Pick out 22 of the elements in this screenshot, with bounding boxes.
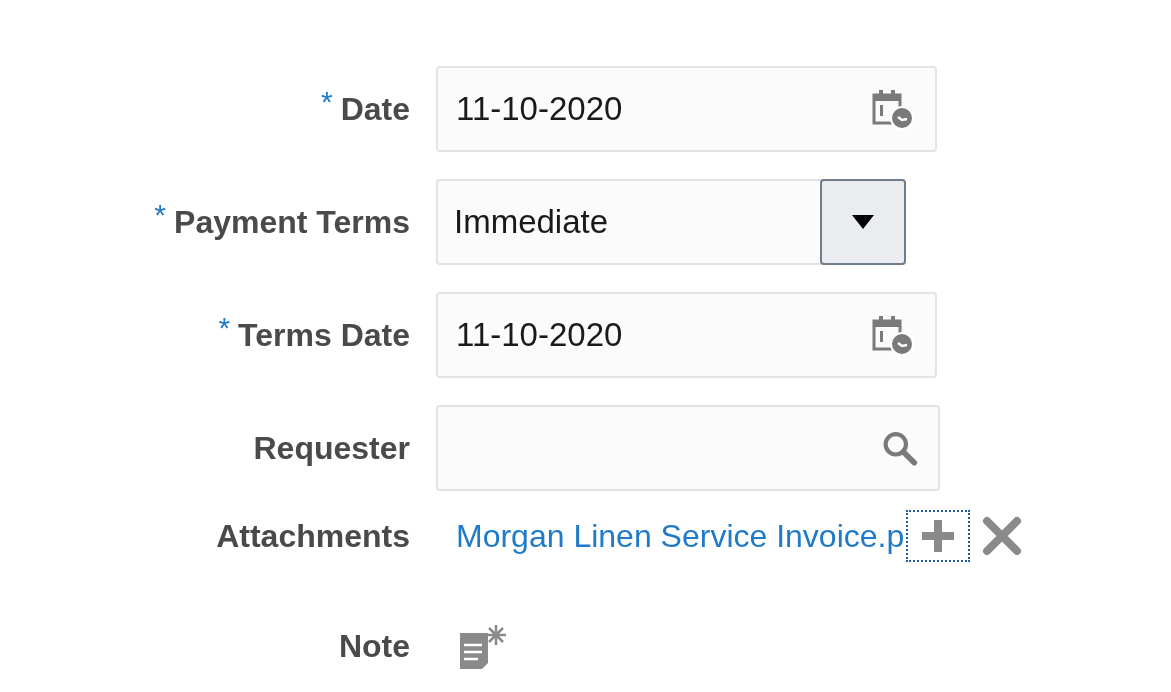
field-label: Date (340, 90, 410, 129)
date-field[interactable]: 11-10-2020 (436, 292, 937, 378)
attachment-link[interactable]: Morgan Linen Service Invoice.p (456, 512, 905, 560)
field-label: Requester (253, 429, 410, 468)
field-label: Note (338, 627, 410, 666)
required-asterisk: * (218, 310, 231, 346)
dropdown-button[interactable] (820, 179, 906, 265)
date-field[interactable]: 11-10-2020 (436, 66, 937, 152)
calendar-clock-icon[interactable] (871, 87, 915, 131)
requester-field[interactable] (436, 405, 940, 491)
caret-down-icon (851, 214, 875, 230)
add-icon (920, 518, 957, 554)
field-label: Terms Date (238, 316, 410, 355)
field-label: Attachments (216, 517, 410, 556)
field-label: Payment Terms (174, 203, 410, 242)
calendar-clock-icon[interactable] (871, 313, 915, 357)
add-button[interactable] (906, 510, 971, 562)
required-asterisk: * (320, 84, 333, 120)
close-icon (982, 516, 1023, 556)
required-asterisk: * (154, 197, 167, 233)
add-note-icon[interactable] (458, 623, 506, 669)
payment-terms-dropdown[interactable]: Immediate (436, 179, 906, 265)
